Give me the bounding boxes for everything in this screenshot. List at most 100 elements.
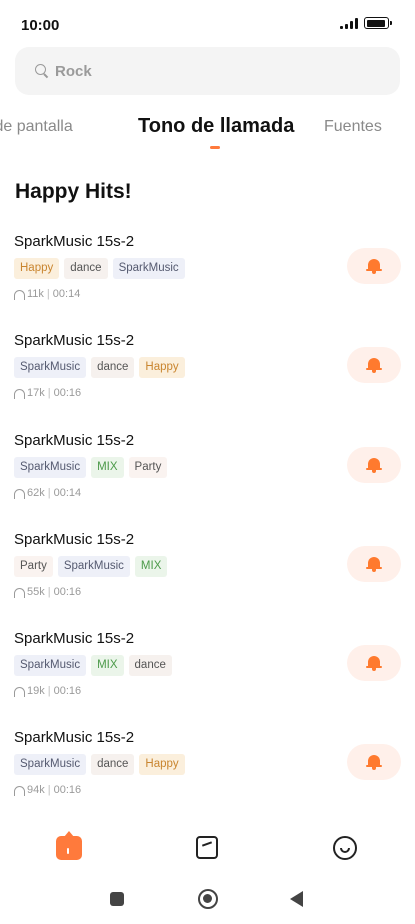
ringtone-title: SparkMusic 15s-2 [14,233,135,250]
tag-chip[interactable]: SparkMusic [14,655,87,677]
status-time: 10:00 [21,17,60,34]
home-icon[interactable] [55,834,83,862]
ringtone-title: SparkMusic 15s-2 [14,530,135,548]
ringtone-list: SparkMusic 15s-2 Happy dance SparkMusic 11k |… [0,226,415,822]
headphones-icon [14,786,25,797]
ringtone-meta: 17k | 00:16 [14,387,82,400]
bell-icon [366,655,382,672]
tag-list: Happy dance SparkMusic [14,258,185,279]
tag-chip[interactable]: Party [14,555,53,577]
tab-ringtones[interactable]: Tono de llamada [138,115,294,138]
recents-icon[interactable] [110,892,124,906]
headphones-icon [14,587,25,598]
home-circle-icon[interactable] [198,889,218,909]
tag-chip[interactable]: dance [128,655,172,677]
list-item[interactable]: SparkMusic 15s-2 Happy dance SparkMusic 11k |… [0,226,415,325]
duration: 00:14 [52,288,81,300]
bottom-nav [0,826,415,870]
ringtone-meta: 55k | 00:16 [14,586,81,598]
set-ringtone-button[interactable] [347,446,401,483]
bookmark-icon[interactable] [193,834,221,862]
tag-chip[interactable]: SparkMusic [14,456,87,478]
tag-chip[interactable]: MIX [91,655,124,677]
signal-icon [340,17,358,29]
ringtone-meta: 62k | 00:14 [14,487,81,499]
play-count: 62k [27,486,45,499]
ringtone-title: SparkMusic 15s-2 [14,431,135,449]
list-item[interactable]: SparkMusic 15s-2 SparkMusic dance Happy 94k |… [0,722,415,821]
headphones-icon [14,687,25,698]
set-ringtone-button[interactable] [347,645,401,682]
tag-chip[interactable]: dance [64,258,108,279]
ringtone-meta: 11k | 00:14 [14,288,80,300]
play-count: 17k [27,387,45,400]
bell-icon [366,556,382,572]
tag-list: SparkMusic MIX Party [14,456,168,478]
tag-chip[interactable]: SparkMusic [14,357,87,379]
battery-icon [364,17,392,29]
list-item[interactable]: SparkMusic 15s-2 SparkMusic MIX dance 19k | 00… [0,623,415,722]
tag-chip[interactable]: SparkMusic [14,754,87,776]
status-icons [340,17,392,29]
category-tabs: s de pantalla Tono de llamada Fuentes [0,108,415,152]
status-bar: 10:00 [0,0,415,48]
play-count: 11k [27,288,44,300]
ringtone-meta: 94k | 00:16 [14,784,82,797]
play-count: 19k [27,685,45,698]
bell-icon [366,457,382,473]
duration: 00:16 [53,685,82,698]
system-nav-bar [0,880,415,920]
section-title: Happy Hits! [15,180,132,203]
duration: 00:16 [53,585,82,598]
tag-chip[interactable]: dance [91,754,135,776]
tag-list: SparkMusic dance Happy [14,357,185,379]
set-ringtone-button[interactable] [347,347,401,384]
tag-chip[interactable]: SparkMusic [57,555,130,577]
list-item[interactable]: SparkMusic 15s-2 SparkMusic dance Happy 17k |… [0,325,415,424]
tag-chip[interactable]: dance [91,357,135,379]
tag-list: SparkMusic dance Happy [14,754,185,776]
smiley-icon[interactable] [331,834,359,862]
set-ringtone-button[interactable] [347,545,401,582]
meta-divider: | [47,486,51,499]
duration: 00:16 [53,784,82,797]
search-bar[interactable]: Rock [15,47,400,95]
headphones-icon [14,290,25,300]
duration: 00:16 [53,387,82,400]
play-count: 55k [27,585,45,598]
list-item[interactable]: SparkMusic 15s-2 SparkMusic MIX Party 62k | 00… [0,425,415,524]
tab-wallpapers[interactable]: s de pantalla [0,118,73,136]
tag-chip[interactable]: SparkMusic [112,258,185,279]
duration: 00:14 [53,486,82,499]
bell-icon [366,754,382,771]
search-placeholder: Rock [55,62,92,80]
tag-chip[interactable]: Happy [139,357,185,379]
back-icon[interactable] [290,891,303,907]
play-count: 94k [27,784,45,797]
headphones-icon [14,389,25,400]
tag-chip[interactable]: Happy [139,754,185,776]
meta-divider: | [47,784,51,797]
set-ringtone-button[interactable] [347,248,401,284]
headphones-icon [14,488,25,499]
ringtone-title: SparkMusic 15s-2 [14,332,135,350]
tag-chip[interactable]: MIX [91,456,124,478]
tag-chip[interactable]: MIX [134,555,168,577]
set-ringtone-button[interactable] [347,744,401,781]
bell-icon [366,258,382,274]
meta-divider: | [47,387,51,400]
list-item[interactable]: SparkMusic 15s-2 Party SparkMusic MIX 55k | 00… [0,524,415,623]
tab-fonts[interactable]: Fuentes [324,118,382,136]
tag-chip[interactable]: Party [128,456,168,478]
tag-chip[interactable]: Happy [14,258,60,279]
search-icon [35,64,49,79]
ringtone-title: SparkMusic 15s-2 [14,630,135,648]
meta-divider: | [46,288,50,300]
active-tab-indicator [210,146,220,149]
tag-list: Party SparkMusic MIX [14,555,168,577]
ringtone-meta: 19k | 00:16 [14,685,82,698]
bell-icon [366,357,382,374]
ringtone-title: SparkMusic 15s-2 [14,729,135,747]
meta-divider: | [47,585,51,598]
tag-list: SparkMusic MIX dance [14,655,172,677]
